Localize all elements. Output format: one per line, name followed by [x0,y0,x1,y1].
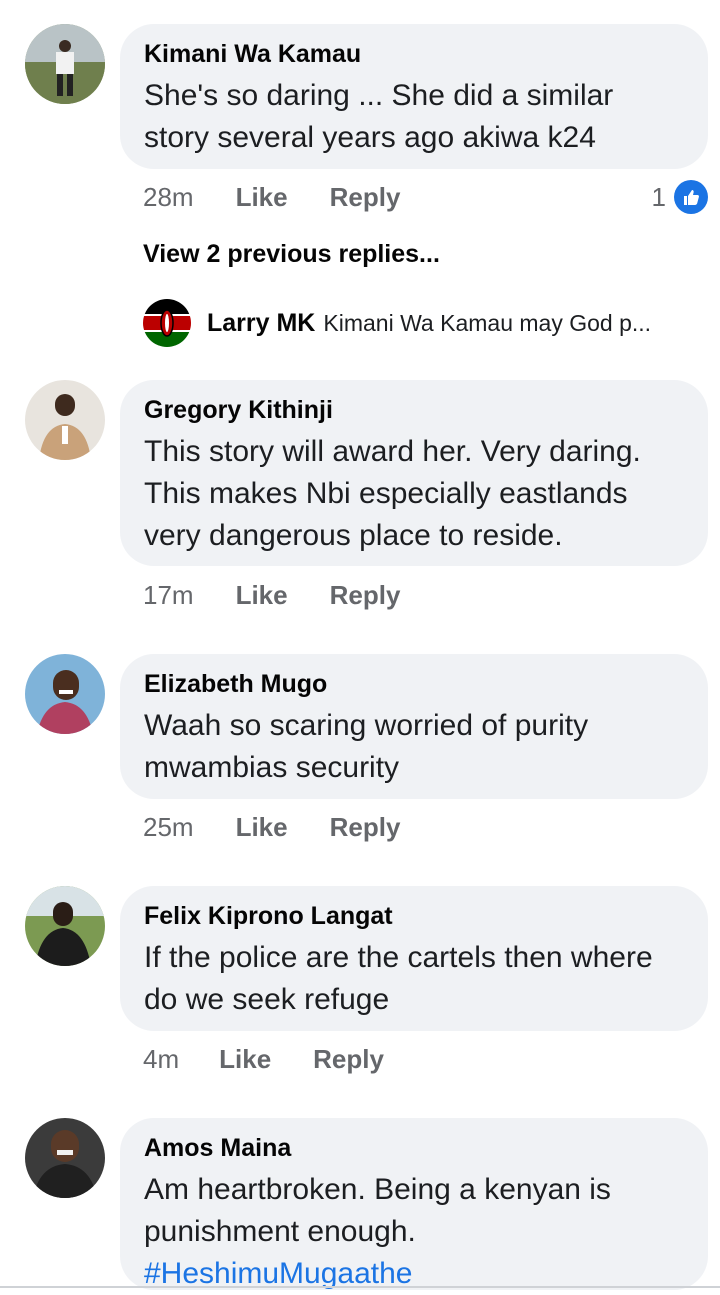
avatar[interactable] [25,24,105,104]
comment-author[interactable]: Kimani Wa Kamau [144,39,684,69]
comment-time: 17m [143,579,194,610]
like-button[interactable]: Like [236,812,288,843]
comment-text: Waah so scaring worried of purity mwambi… [144,709,589,784]
comment-actions: 25m Like Reply [143,807,400,847]
comment-bubble: Gregory Kithinji This story will award h… [120,380,708,566]
reaction-count: 1 [651,181,666,212]
comment-author[interactable]: Gregory Kithinji [144,395,684,425]
comment-author[interactable]: Amos Maina [144,1133,684,1163]
comment-time: 25m [143,811,194,842]
like-button[interactable]: Like [219,1044,271,1075]
comment-author[interactable]: Elizabeth Mugo [144,669,684,699]
comment-text: She's so daring ... She did a similar st… [144,79,614,154]
reply-author[interactable]: Larry MK [207,309,315,338]
view-previous-replies-link[interactable]: View 2 previous replies... [143,240,440,269]
like-button[interactable]: Like [236,580,288,611]
reply-button[interactable]: Reply [330,812,401,843]
reply-button[interactable]: Reply [330,182,401,213]
avatar[interactable] [25,886,105,966]
reply-preview[interactable]: Larry MK Kimani Wa Kamau may God p... [143,298,651,348]
comment-text: If the police are the cartels then where… [144,941,653,1016]
avatar[interactable] [25,1118,105,1198]
comment-text: This story will award her. Very daring. … [144,435,641,552]
reply-button[interactable]: Reply [313,1044,384,1075]
comment-body: Am heartbroken. Being a kenyan is punish… [144,1173,611,1248]
like-button[interactable]: Like [236,182,288,213]
comment-actions: 28m Like Reply [143,177,400,217]
comment-bubble: Amos Maina Am heartbroken. Being a kenya… [120,1118,708,1290]
comment-bubble: Elizabeth Mugo Waah so scaring worried o… [120,654,708,799]
like-thumbs-up-icon [674,180,708,214]
comment-actions: 4m Like Reply [143,1039,384,1079]
comment-bubble: Felix Kiprono Langat If the police are t… [120,886,708,1031]
comment-time: 28m [143,181,194,212]
avatar[interactable] [25,380,105,460]
reaction-summary[interactable]: 1 [652,177,708,217]
comment-bubble: Kimani Wa Kamau She's so daring ... She … [120,24,708,169]
kenya-flag-icon [143,299,191,347]
divider [0,1286,720,1288]
comment-time: 4m [143,1043,180,1074]
reply-button[interactable]: Reply [330,580,401,611]
comment-actions: 17m Like Reply [143,575,400,615]
reply-text: Kimani Wa Kamau may God p... [323,309,652,336]
comment-author[interactable]: Felix Kiprono Langat [144,901,684,931]
comment-text: Am heartbroken. Being a kenyan is punish… [144,1169,684,1295]
avatar[interactable] [25,654,105,734]
